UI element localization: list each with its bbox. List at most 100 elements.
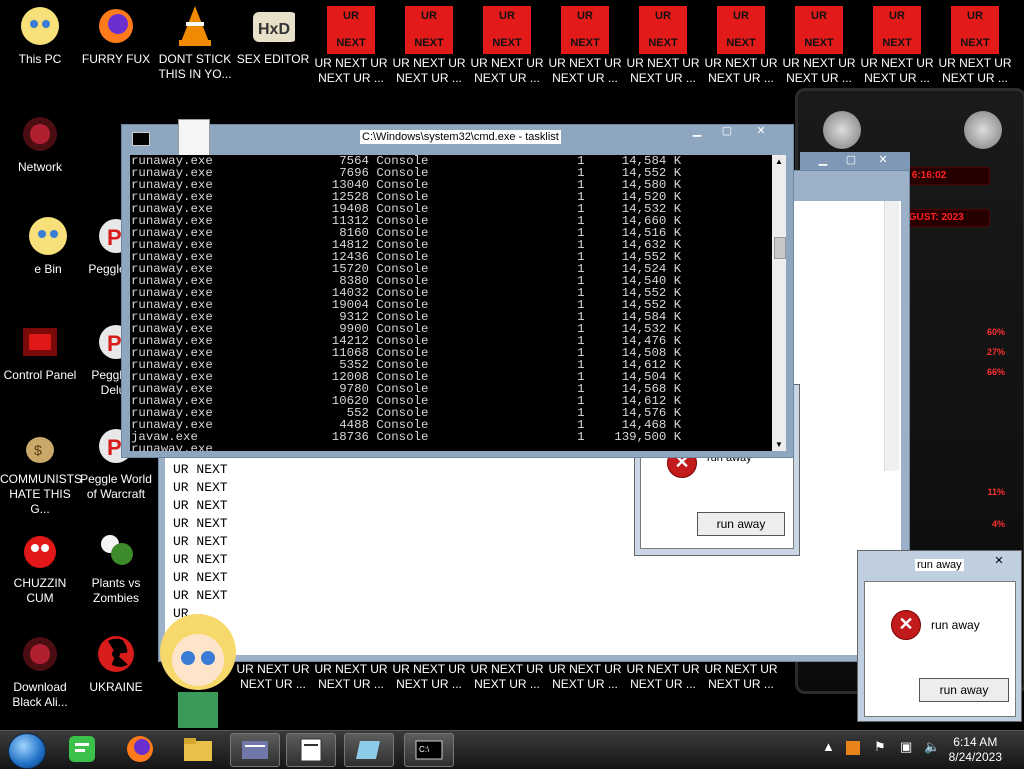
taskbar-cmd-icon[interactable]: C:\ bbox=[404, 733, 454, 767]
run-away-button[interactable]: run away bbox=[697, 512, 785, 536]
desktop-icon-chuzzin[interactable]: CHUZZIN CUM bbox=[0, 528, 80, 606]
taskbar-app-icon[interactable] bbox=[230, 733, 280, 767]
cmd-titlebar[interactable]: C:\Windows\system32\cmd.exe - tasklist ▁… bbox=[122, 119, 793, 157]
alien-head-icon bbox=[823, 111, 861, 149]
dialog-title: run away bbox=[915, 559, 964, 571]
background-window-titlebar[interactable]: ▁ ▢ ✕ bbox=[800, 152, 910, 170]
cmd-title: C:\Windows\system32\cmd.exe - tasklist bbox=[360, 130, 561, 144]
taskbar-notepad-icon[interactable] bbox=[286, 733, 336, 767]
close-icon[interactable]: ✕ bbox=[870, 154, 896, 168]
cartoon-character-image bbox=[150, 600, 246, 730]
cartoon-icon bbox=[18, 4, 62, 48]
chuzzle-icon bbox=[18, 528, 62, 572]
scrollbar-thumb[interactable] bbox=[774, 237, 786, 259]
notepad-line: UR NEXT bbox=[173, 534, 228, 549]
firefox-icon bbox=[94, 4, 138, 48]
volume-icon[interactable]: 🔈 bbox=[924, 739, 940, 755]
desktop-icon-download-alien[interactable]: Download Black Ali... bbox=[0, 632, 80, 710]
desktop-icon-furry-fux[interactable]: FURRY FUX bbox=[76, 4, 156, 67]
taskbar-notes-icon[interactable] bbox=[58, 733, 106, 765]
taskbar-clock[interactable]: 6:14 AM 8/24/2023 bbox=[949, 735, 1002, 765]
taskbar-explorer-icon[interactable] bbox=[174, 733, 222, 765]
minimize-icon[interactable]: ▁ bbox=[810, 154, 836, 168]
tray-expand-icon[interactable]: ▲ bbox=[822, 739, 835, 754]
notepad-line: UR NEXT bbox=[173, 462, 228, 477]
document-icon bbox=[178, 119, 210, 157]
gadget-pct: 66% bbox=[986, 367, 1005, 377]
cmd-window[interactable]: C:\Windows\system32\cmd.exe - tasklist ▁… bbox=[121, 119, 794, 458]
alien-orb-icon bbox=[18, 632, 62, 676]
control-panel-icon bbox=[18, 320, 62, 364]
desktop-icon-ur-next[interactable]: UR NEXT UR NEXT UR NEXT UR ... bbox=[779, 6, 859, 86]
close-icon[interactable]: ✕ bbox=[986, 555, 1012, 569]
svg-text:P: P bbox=[107, 225, 122, 250]
ur-tile-icon: UR NEXT bbox=[951, 6, 999, 54]
dialog-message: run away bbox=[931, 618, 980, 632]
taskbar: C:\ ▲ ⚑ ▣ 🔈 6:14 AM 8/24/2023 bbox=[0, 730, 1024, 769]
cmd-terminal-output[interactable]: runaway.exe 7564 Console 1 14,584 Krunaw… bbox=[130, 155, 776, 451]
ur-tile-icon: UR NEXT bbox=[795, 6, 843, 54]
desktop-icon-plants[interactable]: Plants vs Zombies bbox=[76, 528, 156, 606]
run-away-dialog[interactable]: run away ✕ ✕ run away run away bbox=[857, 550, 1022, 722]
run-away-dialog-body: ✕ run away run away bbox=[864, 581, 1016, 717]
desktop-icon-network[interactable]: Network bbox=[0, 112, 80, 175]
notepad-line: UR NEXT bbox=[173, 570, 228, 585]
svg-text:HxD: HxD bbox=[258, 21, 290, 38]
maximize-icon[interactable]: ▢ bbox=[838, 154, 864, 168]
ur-tile-icon: UR NEXT bbox=[405, 6, 453, 54]
desktop-icon-ur-next[interactable]: UR NEXT UR NEXT UR NEXT UR ... bbox=[545, 6, 625, 86]
desktop-icon-ur-next[interactable]: UR NEXT UR NEXT UR NEXT UR ... bbox=[389, 6, 469, 86]
clock-date: 8/24/2023 bbox=[948, 750, 1002, 764]
notepad-line: UR NEXT bbox=[173, 480, 228, 495]
maximize-icon[interactable]: ▢ bbox=[714, 125, 740, 139]
run-away-dialog-body: ✕ run away run away bbox=[640, 448, 794, 549]
clock-time: 6:14 AM bbox=[953, 735, 998, 749]
close-icon[interactable]: ✕ bbox=[748, 125, 774, 139]
cmd-icon bbox=[132, 132, 150, 146]
vlc-cone-icon bbox=[173, 4, 217, 48]
desktop-icon-ur-next[interactable]: UR NEXT UR NEXT UR NEXT UR ... bbox=[467, 6, 547, 86]
error-icon: ✕ bbox=[891, 610, 921, 640]
desktop: 6:16:02 AUGUST: 2023 60% 27% 66% 11% 4% … bbox=[0, 0, 1024, 730]
gadget-pct: 60% bbox=[986, 327, 1005, 337]
desktop-icon-dont-stick[interactable]: DONT STICK THIS IN YO... bbox=[155, 4, 235, 82]
ur-tile-icon: UR NEXT bbox=[561, 6, 609, 54]
scroll-down-icon[interactable]: ▼ bbox=[775, 440, 783, 449]
tray-app-icon[interactable] bbox=[846, 741, 860, 755]
desktop-icon-ur-next[interactable]: UR NEXT UR NEXT UR NEXT UR ... bbox=[857, 6, 937, 86]
radiation-icon bbox=[94, 632, 138, 676]
desktop-icon-ur-next[interactable]: UR NEXT UR NEXT UR NEXT UR ... bbox=[935, 6, 1015, 86]
desktop-icon-sex-editor[interactable]: HxD SEX EDITOR bbox=[233, 4, 313, 67]
desktop-icon-ur-next[interactable]: UR NEXT UR NEXT UR NEXT UR ... bbox=[623, 6, 703, 86]
notepad-line: UR NEXT bbox=[173, 552, 228, 567]
cmd-scrollbar[interactable]: ▲ ▼ bbox=[772, 155, 786, 451]
ur-tile-icon: UR NEXT bbox=[639, 6, 687, 54]
svg-text:P: P bbox=[107, 331, 122, 356]
notepad-scrollbar[interactable] bbox=[884, 201, 899, 471]
desktop-icon-ur-next[interactable]: UR NEXT UR NEXT UR NEXT UR ... bbox=[311, 6, 391, 86]
alien-head-icon bbox=[964, 111, 1002, 149]
network-icon[interactable]: ▣ bbox=[900, 739, 912, 755]
desktop-icon-communists[interactable]: $ COMMUNISTS HATE THIS G... bbox=[0, 424, 82, 517]
ur-tile-icon: UR NEXT bbox=[717, 6, 765, 54]
taskbar-window-icon[interactable] bbox=[344, 733, 394, 767]
desktop-icon-ur-next[interactable]: UR NEXT UR NEXT UR NEXT UR ... bbox=[701, 6, 781, 86]
run-away-button[interactable]: run away bbox=[919, 678, 1009, 702]
taskbar-firefox-icon[interactable] bbox=[116, 733, 164, 765]
desktop-icon-this-pc[interactable]: This PC bbox=[0, 4, 80, 67]
start-button[interactable] bbox=[8, 733, 46, 769]
notepad-line: UR NEXT bbox=[173, 498, 228, 513]
ur-tile-icon: UR NEXT bbox=[483, 6, 531, 54]
flag-icon[interactable]: ⚑ bbox=[874, 739, 886, 755]
alien-orb-icon bbox=[18, 112, 62, 156]
desktop-icon-ukraine[interactable]: UKRAINE bbox=[76, 632, 156, 695]
scroll-up-icon[interactable]: ▲ bbox=[775, 157, 783, 166]
desktop-icon-control-panel[interactable]: Control Panel bbox=[0, 320, 80, 383]
plants-icon bbox=[94, 528, 138, 572]
hxd-icon: HxD bbox=[251, 4, 295, 48]
minimize-icon[interactable]: ▁ bbox=[684, 125, 710, 139]
gadget-pct: 4% bbox=[991, 519, 1005, 529]
ur-tile-icon: UR NEXT bbox=[327, 6, 375, 54]
svg-text:$: $ bbox=[34, 442, 42, 458]
gadget-pct: 27% bbox=[986, 347, 1005, 357]
